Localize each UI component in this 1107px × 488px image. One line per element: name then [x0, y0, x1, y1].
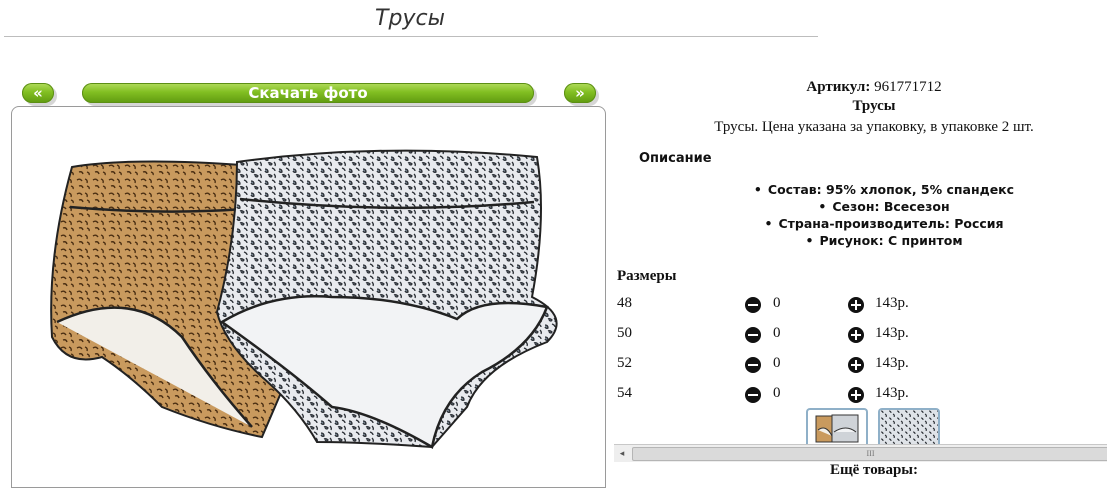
size-quantity: 0 — [773, 385, 781, 401]
minus-circle-icon[interactable] — [745, 297, 761, 313]
size-quantity: 0 — [773, 355, 781, 371]
minus-circle-icon[interactable] — [745, 357, 761, 373]
plus-circle-icon[interactable] — [848, 357, 864, 373]
scrollbar-thumb[interactable]: III — [632, 447, 1107, 461]
product-name: Трусы — [852, 98, 896, 114]
article-value: 961771712 — [874, 79, 942, 95]
plus-circle-icon[interactable] — [848, 297, 864, 313]
article-label: Артикул: — [806, 79, 871, 95]
thumbnail-image — [880, 410, 938, 446]
spec-text: Сезон: Всесезон — [832, 199, 950, 214]
size-quantity: 0 — [773, 295, 781, 311]
size-label: 52 — [617, 355, 632, 371]
minus-circle-icon[interactable] — [745, 387, 761, 403]
horizontal-scrollbar[interactable]: ◂ III — [614, 444, 1107, 462]
size-price: 143р. — [875, 385, 909, 401]
spec-item: • Состав: 95% хлопок, 5% спандекс — [753, 182, 1015, 197]
thumbnail-image — [815, 414, 859, 443]
scroll-left-arrow[interactable]: ◂ — [614, 445, 630, 462]
more-goods-heading: Ещё товары: — [829, 462, 919, 478]
prev-photo-button[interactable]: « — [22, 83, 54, 103]
plus-circle-icon[interactable] — [848, 327, 864, 343]
download-photo-button[interactable]: Скачать фото — [82, 83, 534, 103]
size-quantity: 0 — [773, 325, 781, 341]
size-label: 50 — [617, 325, 632, 341]
spec-item: • Страна-производитель: Россия — [764, 216, 1004, 231]
size-price: 143р. — [875, 295, 909, 311]
minus-circle-icon[interactable] — [745, 327, 761, 343]
title-divider — [4, 36, 818, 37]
size-label: 48 — [617, 295, 632, 311]
description-heading: Описание — [639, 151, 712, 166]
product-image — [50, 149, 558, 449]
spec-text: Состав: 95% хлопок, 5% спандекс — [767, 182, 1015, 197]
size-price: 143р. — [875, 325, 909, 341]
spec-item: • Сезон: Всесезон — [818, 199, 950, 214]
product-description: Трусы. Цена указана за упаковку, в упако… — [714, 119, 1034, 135]
size-price: 143р. — [875, 355, 909, 371]
spec-text: Страна-производитель: Россия — [778, 216, 1004, 231]
size-row: 48 0 143р. — [617, 295, 1037, 319]
sizes-heading: Размеры — [617, 268, 677, 284]
size-row: 54 0 143р. — [617, 385, 1037, 409]
plus-circle-icon[interactable] — [848, 387, 864, 403]
product-photo[interactable] — [11, 106, 606, 488]
article-line: Артикул: 961771712 — [614, 79, 1107, 96]
photo-thumbnail[interactable] — [878, 408, 940, 446]
size-row: 50 0 143р. — [617, 325, 1037, 349]
page-title: Трусы — [375, 6, 445, 31]
spec-text: Рисунок: С принтом — [819, 233, 963, 248]
next-photo-button[interactable]: » — [564, 83, 596, 103]
size-label: 54 — [617, 385, 632, 401]
spec-item: • Рисунок: С принтом — [805, 233, 963, 248]
photo-thumbnail[interactable] — [806, 408, 868, 446]
size-row: 52 0 143р. — [617, 355, 1037, 379]
